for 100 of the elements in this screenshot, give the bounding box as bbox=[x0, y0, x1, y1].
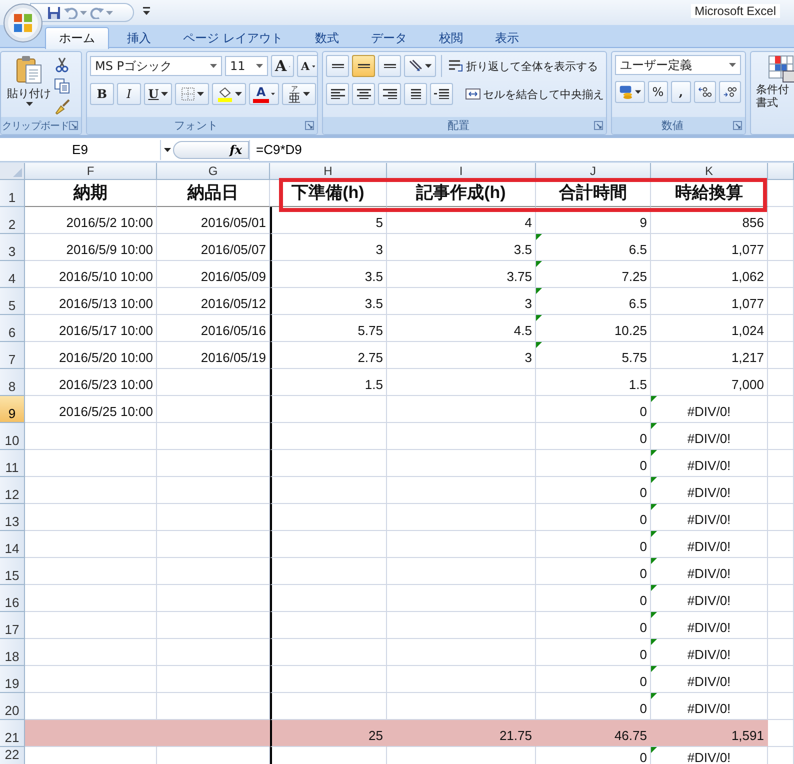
row-header[interactable]: 11 bbox=[0, 450, 25, 477]
conditional-format-button[interactable]: 条件付 書式 bbox=[754, 55, 794, 134]
column-header[interactable]: F bbox=[25, 163, 157, 180]
ribbon-tab[interactable]: 数式 bbox=[300, 27, 353, 48]
row-header[interactable]: 14 bbox=[0, 531, 25, 558]
ribbon-tab[interactable]: 挿入 bbox=[113, 27, 165, 48]
table-cell bbox=[768, 234, 794, 261]
merge-icon bbox=[465, 87, 481, 101]
customize-toolbar-icon[interactable] bbox=[143, 7, 150, 16]
align-button[interactable] bbox=[378, 83, 401, 105]
insert-function-button[interactable]: fx bbox=[173, 141, 249, 159]
row-header[interactable]: 10 bbox=[0, 423, 25, 450]
row-header[interactable]: 20 bbox=[0, 693, 25, 720]
table-cell: 2016/5/25 10:00 bbox=[25, 396, 157, 423]
shrink-font-button[interactable]: A bbox=[297, 55, 317, 77]
table-cell: 0 bbox=[536, 747, 651, 764]
table-cell bbox=[768, 315, 794, 342]
align-button[interactable] bbox=[326, 83, 349, 105]
row-header[interactable]: 3 bbox=[0, 234, 25, 261]
increase-indent-button[interactable] bbox=[430, 83, 453, 105]
table-cell: 2016/05/16 bbox=[157, 315, 270, 342]
ribbon-tab[interactable]: 校閲 bbox=[424, 27, 477, 48]
row-header[interactable]: 6 bbox=[0, 315, 25, 342]
decrease-decimal-button[interactable] bbox=[719, 81, 741, 103]
table-cell: 0 bbox=[536, 612, 651, 639]
align-lines-icon bbox=[330, 88, 344, 100]
align-button[interactable] bbox=[378, 55, 401, 77]
table-cell: 2016/5/20 10:00 bbox=[25, 342, 157, 369]
caret-icon bbox=[196, 92, 204, 96]
ribbon-tab[interactable]: データ bbox=[356, 27, 421, 48]
underline-button[interactable]: U bbox=[144, 83, 172, 105]
name-box[interactable]: E9 bbox=[0, 140, 161, 160]
currency-button[interactable] bbox=[615, 81, 645, 103]
dialog-launcher-icon[interactable] bbox=[69, 121, 78, 130]
ribbon-tab[interactable]: ホーム bbox=[45, 27, 109, 49]
align-button[interactable] bbox=[326, 55, 349, 77]
button-label: 条件付 bbox=[756, 83, 789, 96]
scissors-icon[interactable] bbox=[54, 57, 70, 73]
row-header[interactable]: 16 bbox=[0, 585, 25, 612]
row-header[interactable]: 17 bbox=[0, 612, 25, 639]
table-cell: #DIV/0! bbox=[651, 531, 768, 558]
row-header[interactable]: 19 bbox=[0, 666, 25, 693]
caret-icon bbox=[425, 64, 432, 68]
group-label: クリップボード bbox=[2, 120, 70, 132]
merge-center-button[interactable]: セルを結合して中央揃え bbox=[464, 83, 606, 105]
borders-button[interactable] bbox=[175, 83, 209, 105]
row-header[interactable]: 13 bbox=[0, 504, 25, 531]
redo-icon[interactable] bbox=[90, 6, 104, 19]
row-header[interactable]: 22 bbox=[0, 747, 25, 764]
italic-button[interactable]: I bbox=[117, 83, 141, 105]
table-cell: 3.5 bbox=[387, 234, 536, 261]
bold-button[interactable]: B bbox=[90, 83, 114, 105]
row-header[interactable]: 21 bbox=[0, 720, 25, 747]
column-header[interactable]: G bbox=[157, 163, 270, 180]
row-header[interactable]: 2 bbox=[0, 207, 25, 234]
paintbrush-icon[interactable] bbox=[54, 99, 70, 115]
table-cell: 7.25 bbox=[536, 261, 651, 288]
ribbon-tab[interactable]: 表示 bbox=[480, 27, 533, 48]
number-format-field[interactable]: ユーザー定義 bbox=[615, 55, 741, 75]
wrap-text-button[interactable]: 折り返して全体を表示する bbox=[447, 55, 599, 77]
ribbon-tab[interactable]: ページ レイアウト bbox=[169, 27, 297, 48]
orientation-button[interactable] bbox=[404, 55, 436, 77]
save-icon[interactable] bbox=[47, 6, 61, 20]
increase-decimal-button[interactable] bbox=[694, 81, 716, 103]
decrease-indent-button[interactable] bbox=[404, 83, 427, 105]
table-cell: 4.5 bbox=[387, 315, 536, 342]
font-size-field[interactable]: 11 bbox=[225, 56, 268, 76]
table-cell: 2016/05/19 bbox=[157, 342, 270, 369]
row-header[interactable]: 5 bbox=[0, 288, 25, 315]
font-color-button[interactable]: A bbox=[249, 83, 279, 105]
fill-color-button[interactable] bbox=[212, 83, 246, 105]
row-header[interactable]: 8 bbox=[0, 369, 25, 396]
dialog-launcher-icon[interactable] bbox=[594, 121, 603, 130]
row-header[interactable]: 15 bbox=[0, 558, 25, 585]
align-lines-icon bbox=[356, 88, 370, 100]
table-cell: #DIV/0! bbox=[651, 396, 768, 423]
row-header[interactable]: 4 bbox=[0, 261, 25, 288]
row-header[interactable]: 9 bbox=[0, 396, 25, 423]
comma-button[interactable]: , bbox=[671, 81, 691, 103]
copy-icon[interactable] bbox=[54, 78, 70, 94]
dialog-launcher-icon[interactable] bbox=[733, 121, 742, 130]
colored-grid-icon bbox=[768, 55, 794, 83]
formula-field[interactable]: =C9*D9 bbox=[249, 140, 794, 160]
percent-button[interactable]: % bbox=[648, 81, 668, 103]
dialog-launcher-icon[interactable] bbox=[305, 121, 314, 130]
grow-font-button[interactable]: A bbox=[271, 55, 294, 77]
table-cell bbox=[768, 342, 794, 369]
caret-icon bbox=[271, 92, 275, 96]
row-header[interactable]: 1 bbox=[0, 180, 25, 207]
table-cell bbox=[768, 396, 794, 423]
font-name-field[interactable]: MS Pゴシック bbox=[90, 56, 222, 76]
table-cell: 0 bbox=[536, 504, 651, 531]
align-button[interactable] bbox=[352, 55, 375, 77]
paste-button[interactable]: 貼り付け bbox=[4, 55, 54, 117]
table-cell: #DIV/0! bbox=[651, 558, 768, 585]
align-button[interactable] bbox=[352, 83, 375, 105]
row-header[interactable]: 12 bbox=[0, 477, 25, 504]
row-header[interactable]: 18 bbox=[0, 639, 25, 666]
table-cell bbox=[768, 531, 794, 558]
row-header[interactable]: 7 bbox=[0, 342, 25, 369]
